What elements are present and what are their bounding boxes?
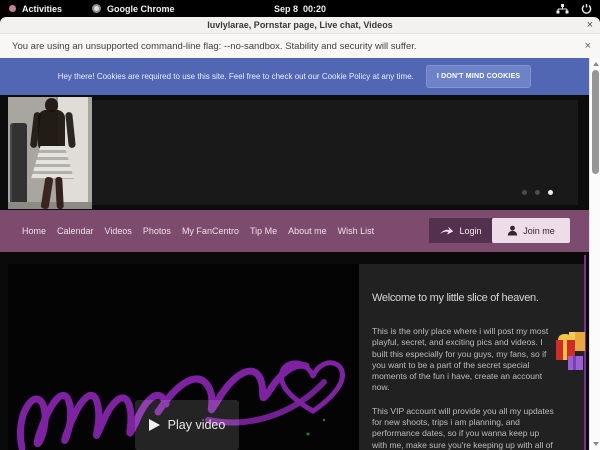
video-player[interactable]: Play video [8,264,359,450]
power-icon[interactable] [581,3,592,14]
page-viewport: Hey there! Cookies are required to use t… [0,58,600,450]
photo-fan [10,123,27,209]
login-button[interactable]: Login [429,218,492,243]
scrollbar-up-arrow[interactable] [593,62,599,66]
nav-item-videos[interactable]: Videos [105,226,132,236]
banner-background [77,100,578,205]
carousel-dots [522,190,553,195]
join-label: Join me [523,226,555,236]
cookie-accept-button[interactable]: I DON'T MIND COOKIES [426,65,531,88]
nav-item-home[interactable]: Home [22,226,46,236]
scrollbar-down-arrow[interactable] [593,442,599,446]
play-video-button[interactable]: Play video [135,400,239,450]
carousel-dot[interactable] [535,190,540,195]
play-icon [149,419,160,431]
play-label: Play video [168,418,226,432]
clock[interactable]: Sep 8 00:20 [0,4,600,14]
join-button[interactable]: Join me [492,218,570,243]
person-icon [507,225,518,236]
scrollbar-thumb[interactable] [592,70,599,174]
nav-item-about-me[interactable]: About me [288,226,327,236]
about-heading: Welcome to my little slice of heaven. [372,292,554,304]
nav-item-wish-list[interactable]: Wish List [338,226,375,236]
nav-item-photos[interactable]: Photos [143,226,171,236]
login-label: Login [459,226,481,236]
login-arrow-icon [439,225,454,236]
gift-icon [568,356,583,370]
window-title: luvlylarae, Pornstar page, Live chat, Vi… [207,20,392,30]
screen: Activities Google Chrome Sep 8 00:20 luv… [0,0,600,450]
main-nav: Home Calendar Videos Photos My FanCentro… [0,210,589,252]
window-title-bar: luvlylarae, Pornstar page, Live chat, Vi… [0,17,600,33]
warning-message: You are using an unsupported command-lin… [0,41,417,52]
profile-photo [8,97,92,209]
warning-close-icon[interactable]: × [585,40,591,52]
nav-item-tip-me[interactable]: Tip Me [250,226,277,236]
gifts-widget[interactable] [556,326,588,374]
about-panel: Welcome to my little slice of heaven. Th… [359,264,584,450]
photo-person [30,98,78,209]
gnome-top-bar: Activities Google Chrome Sep 8 00:20 [0,0,600,17]
nav-item-my-fancentro[interactable]: My FanCentro [182,226,239,236]
carousel-dot[interactable] [522,190,527,195]
network-icon[interactable] [556,4,569,14]
main-content: Play video Welcome to my little slice of… [0,252,589,450]
scrollbar [589,58,600,450]
chrome-warning-bar: You are using an unsupported command-lin… [0,33,600,58]
hero-carousel [0,95,589,210]
about-paragraph-1: This is the only place where i will post… [372,326,554,394]
cookie-banner: Hey there! Cookies are required to use t… [0,58,589,95]
window-close-icon[interactable]: × [587,18,593,32]
cookie-message: Hey there! Cookies are required to use t… [58,72,414,81]
about-paragraph-2: This VIP account will provide you all my… [372,406,554,450]
nav-item-calendar[interactable]: Calendar [57,226,94,236]
carousel-dot-active[interactable] [548,190,553,195]
